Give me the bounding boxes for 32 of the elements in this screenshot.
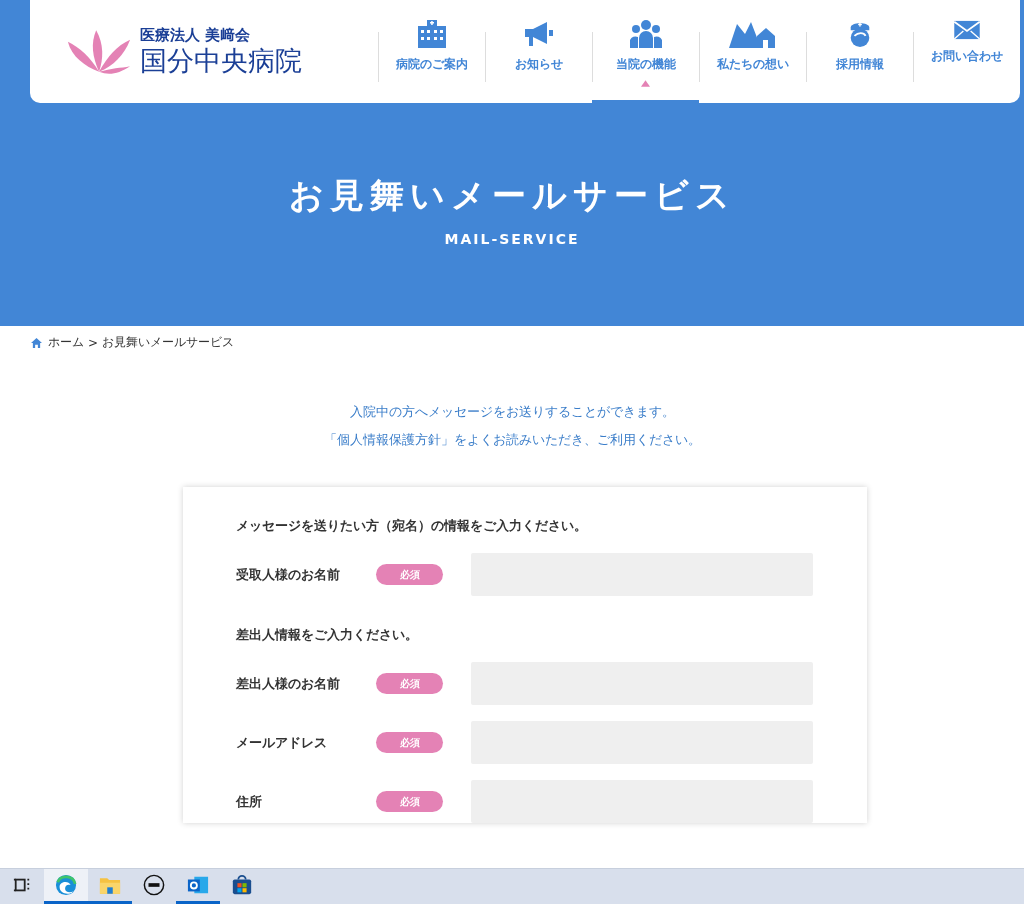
required-badge: 必須 [376, 791, 443, 812]
megaphone-icon [522, 20, 555, 48]
browser-icon [55, 874, 77, 896]
page-subtitle: MAIL-SERVICE [444, 230, 580, 247]
intro-text: 「個人情報保護方針」をよくお読みいただき、ご利用ください。 [322, 431, 702, 449]
page-title: お見舞いメールサービス [288, 173, 736, 217]
mail-app-icon [187, 874, 209, 896]
mountain-house-icon [728, 20, 777, 48]
building-icon [415, 20, 448, 48]
store-bag-icon [231, 874, 253, 896]
breadcrumb-item: > [88, 335, 99, 350]
section-heading: メッセージを送りたい方（宛名）の情報をご入力ください。 [236, 517, 588, 535]
breadcrumb-item: お見舞いメールサービス [102, 334, 235, 351]
triangle-marker-icon [641, 80, 650, 87]
hospital-name: 国分中央病院 [140, 45, 302, 77]
home-icon [31, 337, 42, 348]
brand-logo-icon [143, 874, 165, 896]
field-label: 差出人様のお名前 [235, 674, 341, 693]
organization-name: 医療法人 美﨑会 [140, 26, 252, 46]
people-icon [628, 20, 663, 48]
field-label: メールアドレス [235, 733, 328, 752]
intro-text: 入院中の方へメッセージをお送りすることができます。 [348, 403, 676, 421]
breadcrumb-link[interactable]: ホーム [48, 334, 84, 351]
section-heading: 差出人情報をご入力ください。 [236, 626, 419, 644]
field-label: 受取人様のお名前 [235, 565, 341, 584]
task-view-icon [13, 876, 31, 894]
required-badge: 必須 [376, 673, 443, 694]
required-badge: 必須 [376, 732, 443, 753]
field-label: 住所 [234, 792, 263, 811]
folder-icon [99, 875, 121, 895]
required-badge: 必須 [376, 564, 443, 585]
mail-icon [952, 20, 981, 40]
